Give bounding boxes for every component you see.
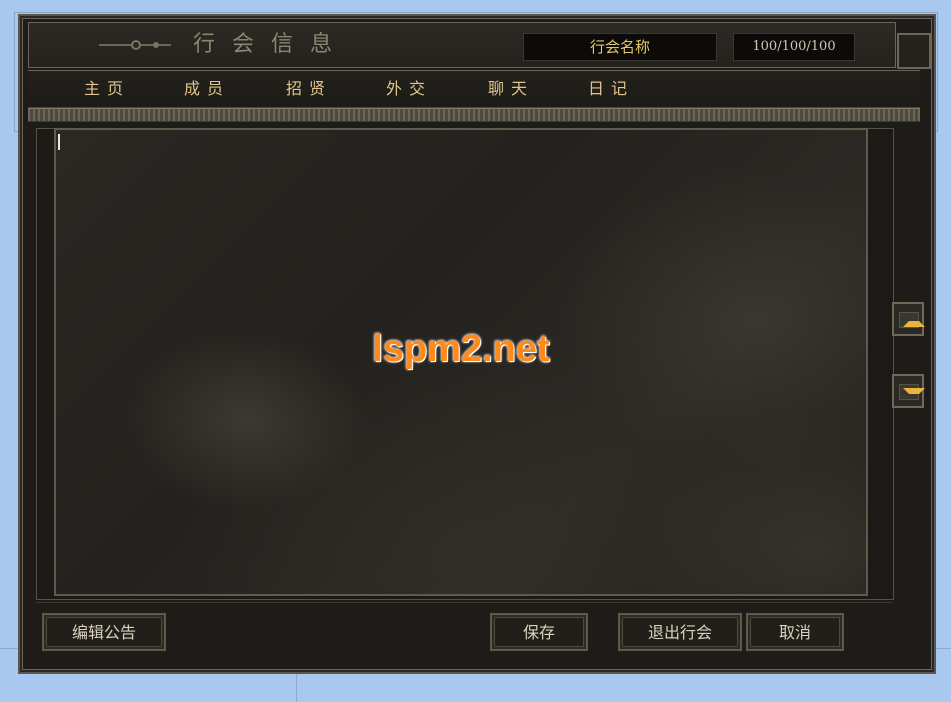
tab-members[interactable]: 成员	[184, 77, 230, 101]
tab-home[interactable]: 主页	[84, 77, 130, 101]
edit-notice-button[interactable]: 编辑公告	[42, 613, 166, 651]
watermark-text: lspm2.net	[372, 328, 550, 370]
scroll-down-button[interactable]	[892, 374, 925, 408]
guild-stats-field: 100/100/100	[733, 33, 855, 61]
cancel-button[interactable]: 取消	[746, 613, 844, 651]
notice-text-area[interactable]: lspm2.net	[54, 128, 868, 596]
leave-guild-button[interactable]: 退出行会	[618, 613, 742, 651]
close-button[interactable]	[897, 33, 931, 69]
text-caret	[58, 134, 60, 150]
tab-bar: 主页 成员 招贤 外交 聊天 日记	[28, 70, 920, 108]
guild-name-field: 行会名称	[523, 33, 717, 61]
tab-recruit[interactable]: 招贤	[286, 77, 332, 101]
tab-diplomacy[interactable]: 外交	[386, 77, 432, 101]
tab-diary[interactable]: 日记	[588, 77, 634, 101]
tab-chat[interactable]: 聊天	[488, 77, 534, 101]
title-bar[interactable]: 行会信息 行会名称 100/100/100	[28, 22, 931, 69]
up-arrow-icon	[903, 316, 925, 327]
divider	[36, 602, 892, 603]
title-ornament-icon	[99, 40, 171, 50]
down-arrow-icon	[903, 388, 925, 399]
save-button[interactable]: 保存	[490, 613, 588, 651]
decorative-divider	[28, 108, 920, 122]
scroll-up-button[interactable]	[892, 302, 925, 336]
guild-info-window: 行会信息 行会名称 100/100/100 主页 成员 招贤 外交 聊天 日记 …	[18, 14, 936, 674]
window-title: 行会信息	[193, 32, 350, 57]
